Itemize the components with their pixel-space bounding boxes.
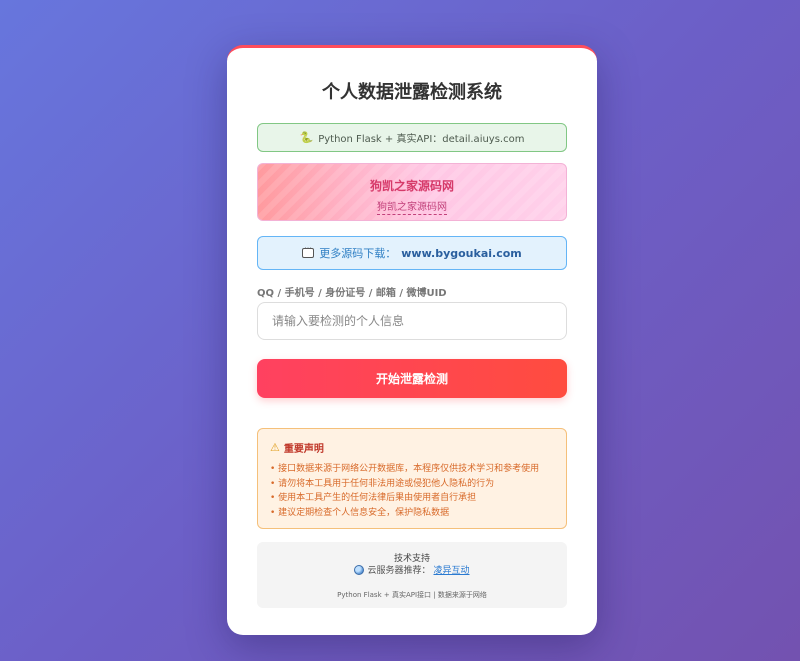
ad-link[interactable]: 狗凯之家源码网 (377, 198, 447, 215)
ad-title: 狗凯之家源码网 (369, 179, 454, 193)
page-title: 个人数据泄露检测系统 (322, 82, 502, 103)
start-detection-button[interactable]: 开始泄露检测 (257, 359, 567, 398)
disclaimer-item: • 建议定期检查个人信息安全，保护隐私数据 (270, 507, 450, 518)
disclaimer-item: • 使用本工具产生的任何法律后果由使用者自行承担 (270, 493, 477, 503)
tech-support-box: 技术支持 云服务器推荐： 凌异互动 Python Flask + 真实API接口… (257, 542, 567, 608)
server-recommendation: 云服务器推荐： 凌异互动 (257, 563, 567, 576)
more-source-link[interactable]: 更多源码下载： www.bygoukai.com (257, 236, 567, 270)
api-info-text: Python Flask + 真实API：detail.aiuys.com (318, 134, 525, 145)
globe-icon (354, 564, 365, 575)
chat-icon (302, 244, 315, 258)
server-label: 云服务器推荐： (367, 566, 431, 576)
server-link[interactable]: 凌异互动 (434, 563, 470, 576)
footer-text: Python Flask + 真实API接口 | 数据来源于网络 (337, 591, 487, 599)
detection-card: 个人数据泄露检测系统 🐍 Python Flask + 真实API：detail… (227, 45, 597, 635)
disclaimer-title: 重要声明 (283, 444, 324, 455)
snake-icon: 🐍 (299, 131, 314, 144)
search-input[interactable] (257, 302, 567, 340)
disclaimer-box: ⚠ 重要声明 • 接口数据来源于网络公开数据库，本程序仅供技术学习和参考使用 •… (257, 428, 567, 529)
warning-icon: ⚠ (270, 441, 280, 454)
disclaimer-item: • 接口数据来源于网络公开数据库，本程序仅供技术学习和参考使用 (270, 464, 540, 474)
disclaimer-heading: ⚠ 重要声明 (270, 440, 554, 455)
more-source-site: www.bygoukai.com (401, 246, 522, 260)
disclaimer-item: • 请勿将本工具用于任何非法用途或侵犯他人隐私的行为 (270, 478, 495, 489)
ad-banner[interactable]: 狗凯之家源码网 狗凯之家源码网 (257, 163, 567, 221)
search-field-label: QQ / 手机号 / 身份证号 / 邮箱 / 微博UID (257, 288, 447, 299)
more-source-label: 更多源码下载： (319, 247, 397, 260)
api-info-banner: 🐍 Python Flask + 真实API：detail.aiuys.com (257, 123, 567, 152)
